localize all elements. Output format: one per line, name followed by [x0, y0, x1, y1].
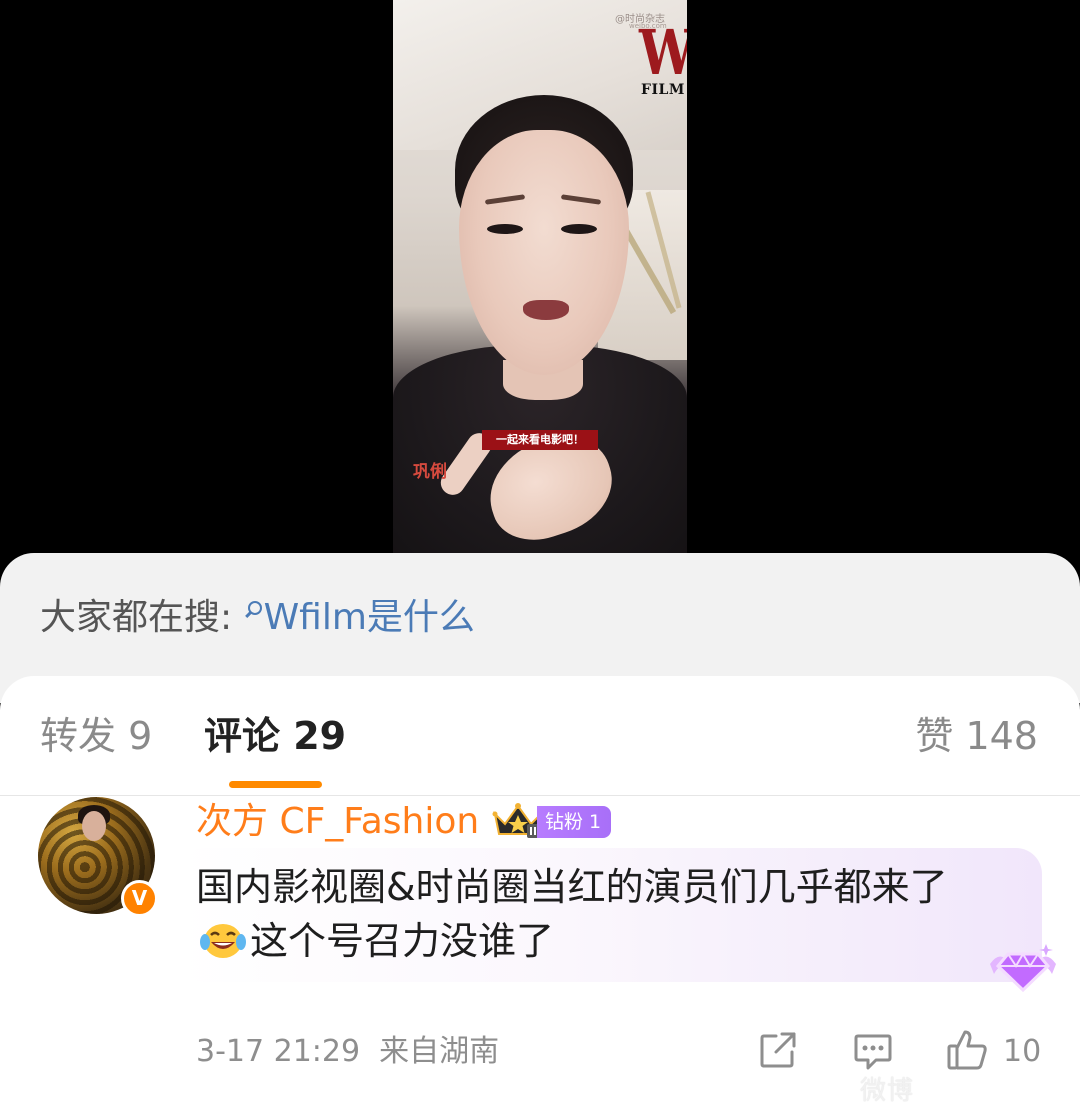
verified-badge: V: [121, 880, 158, 917]
divider: [0, 795, 1080, 796]
comment-text-part2: 这个号召力没谁了: [250, 919, 555, 963]
diamond-fan-gem-icon: [990, 944, 1056, 993]
person-eye: [561, 224, 597, 234]
tab-comments[interactable]: 评论 29: [204, 712, 346, 760]
comment-like-count: 10: [1003, 1034, 1042, 1069]
video-name-tag: 巩俐: [413, 462, 447, 482]
search-hint-label: 大家都在搜:: [40, 597, 244, 638]
video-frame[interactable]: @时尚杂志 weibo.com W FILM 一起来看电影吧！ 巩俐: [393, 0, 687, 556]
video-caption: 一起来看电影吧！: [482, 430, 598, 450]
search-icon: [247, 601, 262, 615]
fan-level-badge: 钻粉 1: [537, 806, 612, 838]
person-mouth: [523, 300, 569, 320]
tab-repost[interactable]: 转发 9: [40, 712, 152, 760]
active-tab-indicator: [229, 781, 322, 788]
share-icon[interactable]: [758, 1030, 798, 1070]
avatar-head: [82, 811, 106, 841]
video-player[interactable]: @时尚杂志 weibo.com W FILM 一起来看电影吧！ 巩俐: [0, 0, 1080, 560]
reply-comment-icon[interactable]: [852, 1030, 894, 1072]
comment-meta: 3-17 21:29 来自湖南: [196, 1032, 499, 1072]
comment-text-part1: 国内影视圈&时尚圈当红的演员们几乎都来了: [196, 865, 948, 909]
comment-location: 来自湖南: [379, 1034, 500, 1069]
comment-text: 国内影视圈&时尚圈当红的演员们几乎都来了 这个号召力没谁了: [196, 860, 996, 968]
weibo-watermark: 微博: [860, 1076, 915, 1106]
w-film-logo-letter: W: [639, 22, 687, 84]
comment-username[interactable]: 次方 CF_Fashion: [196, 800, 479, 844]
comment-timestamp: 3-17 21:29: [196, 1034, 361, 1069]
search-hint[interactable]: 大家都在搜: Wfilm是什么: [40, 596, 475, 640]
search-hint-query[interactable]: Wfilm是什么: [264, 597, 475, 638]
person-eye: [487, 224, 523, 234]
thumbs-up-icon[interactable]: [946, 1028, 988, 1072]
laughing-crying-emoji-icon: [200, 924, 246, 958]
w-film-logo-word: FILM: [641, 82, 685, 98]
tab-likes[interactable]: 赞 148: [915, 712, 1038, 760]
